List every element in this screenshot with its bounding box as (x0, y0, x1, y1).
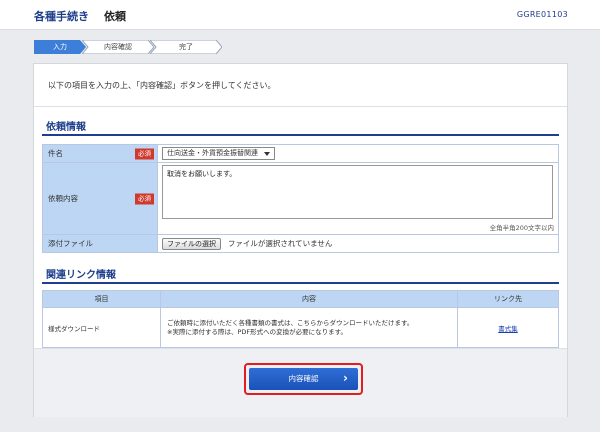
content-textarea[interactable]: 取消をお願いします。 (162, 165, 553, 219)
row-content: ご依頼時に添付いただく各種書類の書式は、こちらからダウンロードいただけます。 ※… (160, 307, 458, 348)
header-bar: 各種手続き 依頼 GGRE01103 (0, 0, 600, 30)
subject-label: 件名 (48, 149, 63, 158)
char-limit-note: 全角半角200文字以内 (489, 224, 554, 232)
format-collection-link[interactable]: 書式集 (498, 325, 518, 333)
subject-value-cell: 仕向送金・外貨預金振替関連 (157, 144, 559, 163)
subject-select[interactable]: 仕向送金・外貨預金振替関連 (162, 147, 275, 160)
section-rule (42, 134, 559, 136)
step-confirm: 内容確認 (82, 40, 154, 54)
subject-select-value: 仕向送金・外貨預金振替関連 (167, 149, 258, 157)
row-item: 様式ダウンロード (42, 307, 161, 348)
confirm-button-highlight: 内容確認 › (244, 363, 363, 395)
screen-id: GGRE01103 (516, 10, 568, 19)
confirm-button-label: 内容確認 (288, 374, 319, 383)
button-area: 内容確認 › (34, 348, 567, 417)
step-input: 入力 (34, 40, 86, 54)
file-status-text: ファイルが選択されていません (227, 239, 333, 248)
required-badge: 必須 (135, 193, 154, 204)
row-content-line1: ご依頼時に添付いただく各種書類の書式は、こちらからダウンロードいただけます。 (167, 318, 414, 327)
col-header-item: 項目 (42, 290, 161, 308)
step-complete: 完了 (150, 40, 222, 54)
col-header-content: 内容 (160, 290, 458, 308)
step-indicator: 入力 内容確認 完了 (34, 40, 244, 54)
request-form-table: 件名 必須 仕向送金・外貨預金振替関連 依頼内容 必須 取消をお願いします。 全… (42, 144, 559, 253)
row-link-cell: 書式集 (457, 307, 559, 348)
breadcrumb-request: 依頼 (104, 10, 126, 23)
required-badge: 必須 (135, 148, 154, 159)
attachment-label: 添付ファイル (48, 239, 93, 248)
content-value-cell: 取消をお願いします。 全角半角200文字以内 (157, 162, 559, 235)
confirm-button[interactable]: 内容確認 › (249, 368, 358, 390)
file-select-button[interactable]: ファイルの選択 (162, 237, 221, 250)
attachment-label-cell: 添付ファイル (42, 234, 158, 253)
breadcrumb-procedures[interactable]: 各種手続き (34, 8, 89, 24)
subject-label-cell: 件名 必須 (42, 144, 158, 163)
instruction-text: 以下の項目を入力の上、「内容確認」ボタンを押してください。 (48, 81, 276, 90)
attachment-value-cell: ファイルの選択 ファイルが選択されていません (157, 234, 559, 253)
section-rule (42, 282, 559, 284)
main-panel: 以下の項目を入力の上、「内容確認」ボタンを押してください。 依頼情報 件名 必須… (33, 63, 568, 417)
content-label-cell: 依頼内容 必須 (42, 162, 158, 235)
links-section-title: 関連リンク情報 (46, 270, 116, 281)
related-links-table: 項目 内容 リンク先 様式ダウンロード ご依頼時に添付いただく各種書類の書式は、… (42, 290, 559, 348)
content-label: 依頼内容 (48, 194, 78, 203)
table-row: 様式ダウンロード ご依頼時に添付いただく各種書類の書式は、こちらからダウンロード… (42, 307, 559, 348)
col-header-link: リンク先 (457, 290, 559, 308)
chevron-down-icon (264, 152, 270, 156)
divider (34, 106, 567, 107)
chevron-right-icon: › (343, 371, 348, 385)
row-content-line2: ※実際に添付する際は、PDF形式への変換が必要になります。 (167, 327, 347, 336)
request-section-title: 依頼情報 (46, 122, 86, 133)
